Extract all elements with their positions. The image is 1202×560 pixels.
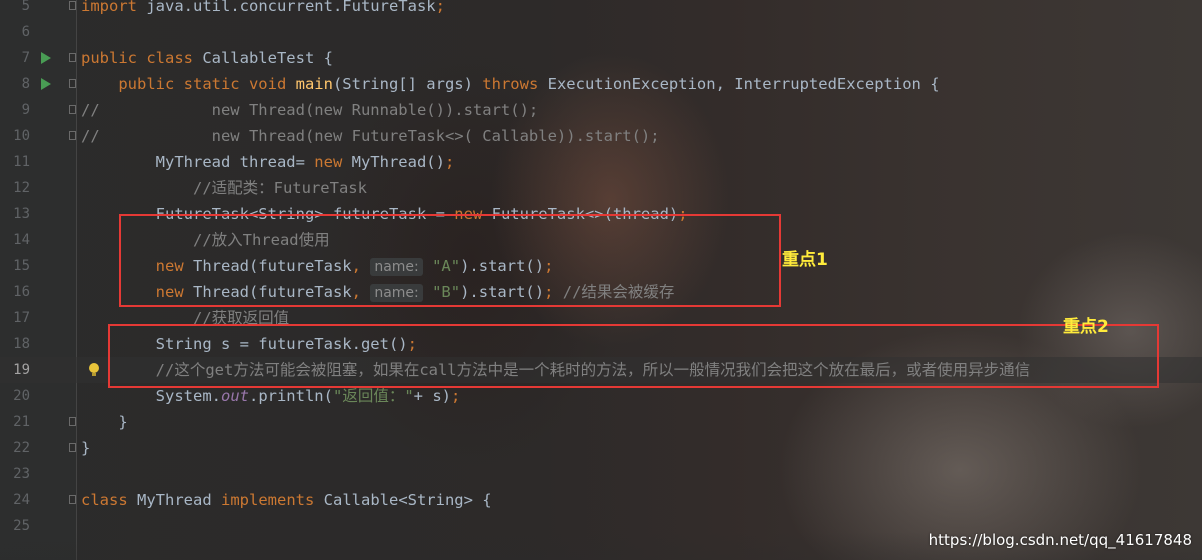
code-token: import	[81, 0, 137, 15]
code-text: import java.util.concurrent.FutureTask;	[81, 0, 445, 19]
fold-marker-icon[interactable]	[69, 495, 76, 504]
code-line[interactable]: 5 import java.util.concurrent.FutureTask;	[0, 0, 1202, 19]
code-line[interactable]: 23	[0, 461, 1202, 487]
code-line[interactable]: 8 public static void main(String[] args)…	[0, 71, 1202, 97]
code-token: Callable<String> {	[314, 491, 492, 509]
fold-marker-icon[interactable]	[69, 79, 76, 88]
line-number: 18	[13, 336, 30, 352]
highlight-box-1	[119, 214, 781, 307]
line-number: 24	[13, 492, 30, 508]
line-number: 8	[21, 76, 30, 92]
line-number: 11	[13, 154, 30, 170]
code-token: ;	[444, 153, 455, 171]
code-token: (String[] args)	[332, 75, 483, 93]
code-token: ;	[435, 0, 445, 15]
line-number: 9	[21, 102, 30, 118]
fold-marker-icon[interactable]	[69, 1, 76, 10]
code-text: // new Thread(new Runnable()).start();	[81, 97, 538, 123]
fold-marker-icon[interactable]	[69, 417, 76, 426]
run-gutter-icon[interactable]	[41, 52, 51, 64]
code-text: public static void main(String[] args) t…	[81, 71, 940, 97]
code-line[interactable]: 7 public class CallableTest {	[0, 45, 1202, 71]
code-token: public class	[81, 49, 193, 67]
code-text: class MyThread implements Callable<Strin…	[81, 487, 492, 513]
code-token: public static void	[81, 75, 296, 93]
code-token: ExecutionException, InterruptedException…	[538, 75, 940, 93]
fold-marker-icon[interactable]	[69, 443, 76, 452]
code-token: ;	[450, 387, 461, 405]
code-token: MyThread thread=	[81, 153, 315, 171]
code-token: }	[81, 439, 91, 457]
fold-marker-icon[interactable]	[69, 105, 76, 114]
line-number: 7	[21, 50, 30, 66]
code-token: CallableTest {	[192, 49, 333, 67]
fold-marker-icon[interactable]	[69, 131, 76, 140]
code-text: MyThread thread= new MyThread();	[81, 149, 455, 175]
line-number: 23	[13, 466, 30, 482]
code-text: }	[81, 409, 128, 435]
code-token: // new Thread(new FutureTask<>( Callable…	[81, 127, 660, 145]
code-text: }	[81, 435, 90, 461]
line-number: 17	[13, 310, 30, 326]
highlight-note-2: 重点2	[1063, 317, 1109, 337]
fold-marker-icon[interactable]	[69, 53, 76, 62]
code-line[interactable]: 21 }	[0, 409, 1202, 435]
code-token: MyThread()	[342, 153, 445, 171]
code-token: out	[220, 387, 249, 405]
line-number: 10	[13, 128, 30, 144]
line-number: 22	[13, 440, 30, 456]
code-line[interactable]: 24 class MyThread implements Callable<Str…	[0, 487, 1202, 513]
line-number: 12	[13, 180, 30, 196]
code-token: java.util.concurrent.FutureTask	[137, 0, 436, 15]
code-token: System.	[81, 387, 221, 405]
code-token: // new Thread(new Runnable()).start();	[81, 101, 539, 119]
line-number: 20	[13, 388, 30, 404]
code-line[interactable]: 12 //适配类：FutureTask	[0, 175, 1202, 201]
code-token: //适配类：FutureTask	[81, 179, 367, 197]
line-number: 6	[21, 24, 30, 40]
line-number: 5	[21, 0, 30, 14]
code-text: // new Thread(new FutureTask<>( Callable…	[81, 123, 660, 149]
line-number: 14	[13, 232, 30, 248]
code-line[interactable]: 11 MyThread thread= new MyThread();	[0, 149, 1202, 175]
code-token: throws	[482, 75, 539, 93]
code-token: }	[81, 413, 128, 431]
code-token: .println(	[248, 387, 333, 405]
line-number: 19	[13, 362, 30, 378]
code-token: new	[314, 153, 343, 171]
code-token: + s)	[413, 387, 451, 405]
code-line[interactable]: 6	[0, 19, 1202, 45]
code-token: implements	[221, 491, 315, 509]
code-line[interactable]: 9 // new Thread(new Runnable()).start();	[0, 97, 1202, 123]
code-line[interactable]: 22}	[0, 435, 1202, 461]
code-token: MyThread	[127, 491, 221, 509]
highlight-note-1: 重点1	[782, 250, 828, 270]
code-token: main	[295, 75, 333, 93]
watermark-text: https://blog.csdn.net/qq_41617848	[928, 531, 1192, 549]
code-token: "返回值："	[332, 387, 414, 405]
line-number: 21	[13, 414, 30, 430]
code-line[interactable]: 10 // new Thread(new FutureTask<>( Callab…	[0, 123, 1202, 149]
run-gutter-icon[interactable]	[41, 78, 51, 90]
line-number: 13	[13, 206, 30, 222]
line-number: 16	[13, 284, 30, 300]
code-text: //适配类：FutureTask	[81, 175, 367, 201]
code-token: class	[81, 491, 128, 509]
highlight-box-2	[108, 324, 1159, 388]
code-text: public class CallableTest {	[81, 45, 333, 71]
line-number: 15	[13, 258, 30, 274]
